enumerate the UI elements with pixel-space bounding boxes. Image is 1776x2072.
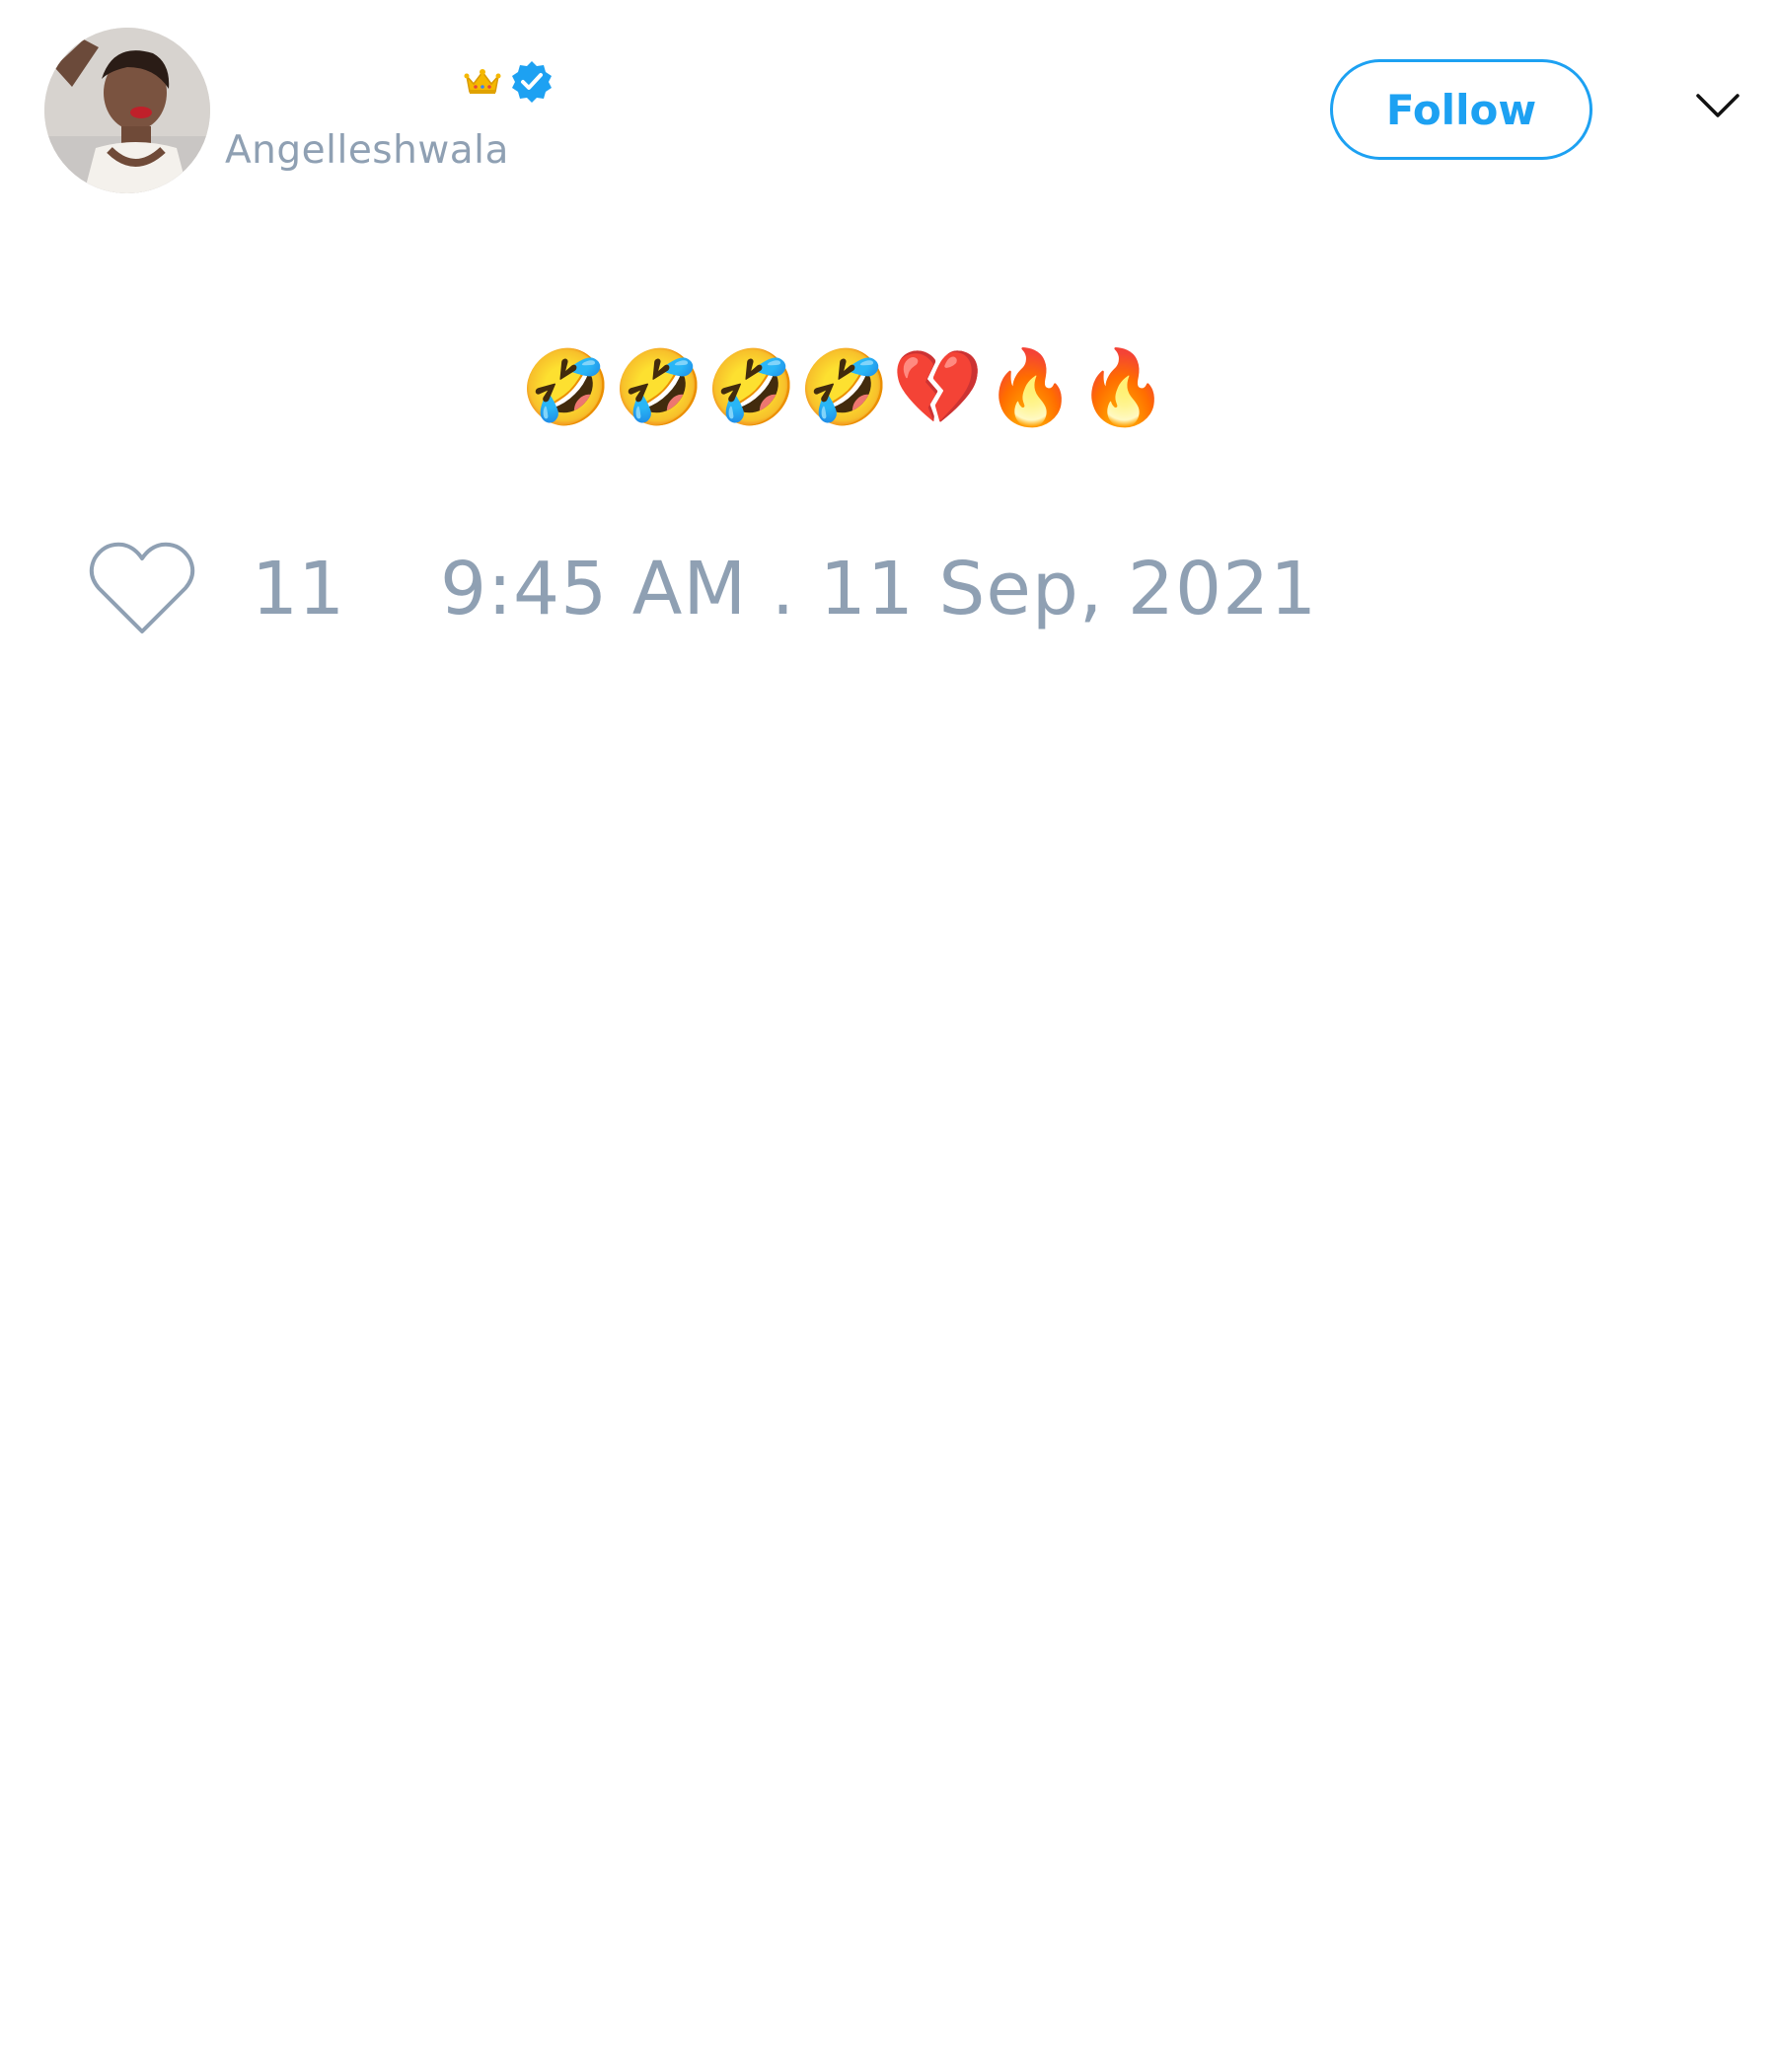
chevron-down-icon[interactable] (1695, 91, 1740, 120)
avatar-photo (44, 28, 210, 193)
verified-badge-icon (512, 61, 552, 103)
tweet-timestamp[interactable]: 9:45 AM . 11 Sep, 2021 (440, 547, 1317, 631)
follow-button[interactable]: Follow (1330, 59, 1592, 160)
heart-outline-icon[interactable] (89, 541, 195, 635)
like-count: 11 (252, 547, 345, 631)
tweet-text: 🤣🤣🤣🤣💔🔥🔥 (520, 345, 1171, 430)
author-name-row (456, 57, 555, 107)
author-handle[interactable]: Angelleshwala (225, 126, 509, 176)
crown-icon (464, 69, 501, 94)
avatar[interactable] (44, 28, 210, 193)
